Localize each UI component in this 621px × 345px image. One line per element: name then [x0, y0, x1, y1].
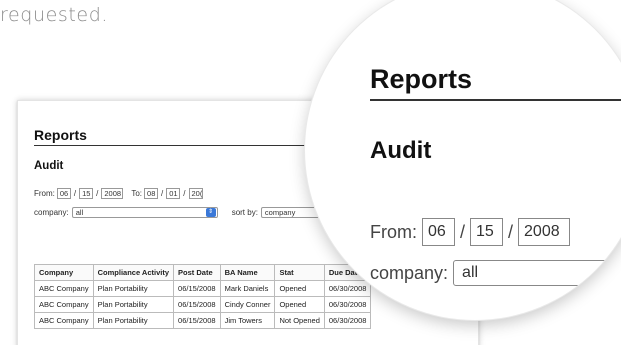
table-cell: Cindy Conner [219, 296, 276, 313]
table-cell: 06/15/2008 [173, 312, 221, 329]
table-cell: ABC Company [34, 296, 94, 313]
from-month-input[interactable]: 06 [56, 188, 71, 199]
magnified-audit-subtitle: Audit [370, 137, 432, 164]
table-cell: Plan Portability [92, 280, 175, 297]
from-day-input[interactable]: 15 [79, 188, 94, 199]
table-cell: 06/30/2008 [323, 296, 372, 313]
magnified-company-label: company: [370, 262, 449, 283]
company-select[interactable]: all ⇕ [71, 207, 218, 218]
column-header[interactable]: Stat [274, 264, 325, 281]
table-cell: ABC Company [34, 312, 94, 329]
to-day-input[interactable]: 01 [166, 188, 181, 199]
date-separator: / [73, 189, 77, 198]
select-arrows-icon: ⇕ [205, 208, 216, 217]
date-separator: / [460, 221, 466, 242]
column-header[interactable]: BA Name [219, 264, 276, 281]
intro-text: requested. [0, 4, 109, 26]
date-separator: / [96, 189, 99, 198]
audit-table: Company Compliance Activity Post Date BA… [34, 264, 372, 329]
table-cell: 06/30/2008 [323, 280, 372, 297]
table-cell: Mark Daniels [219, 280, 276, 297]
table-cell: 06/15/2008 [173, 296, 221, 313]
table-cell: 06/30/2008 [323, 312, 372, 329]
sort-label: sort by: [231, 208, 258, 217]
to-label: To: [131, 189, 143, 198]
magnified-reports-title: Reports [370, 64, 621, 101]
date-separator: / [161, 189, 164, 198]
to-month-input[interactable]: 08 [144, 188, 159, 199]
column-header[interactable]: Post Date [173, 264, 221, 281]
table-cell: Opened [274, 296, 325, 313]
table-cell: ABC Company [34, 280, 94, 297]
magnified-date-row: From: 06 / 15 / 2008 [370, 218, 575, 246]
table-header-row: Company Compliance Activity Post Date BA… [34, 264, 372, 281]
magnified-from-month-input: 06 [422, 218, 455, 246]
from-year-input[interactable]: 2008 [101, 188, 124, 199]
sort-select-value: company [264, 208, 296, 217]
table-cell: Jim Towers [219, 312, 276, 329]
company-select-value: all [75, 208, 84, 217]
magnified-from-year-input: 2008 [518, 218, 571, 246]
from-label: From: [34, 189, 55, 198]
magnified-from-day-input: 15 [470, 218, 504, 246]
date-separator: / [508, 221, 514, 242]
table-cell: Plan Portability [92, 296, 175, 313]
to-year-input[interactable]: 20( [188, 188, 203, 199]
column-header[interactable]: Company [34, 264, 94, 281]
table-row[interactable]: ABC Company Plan Portability 06/15/2008 … [34, 280, 372, 297]
magnified-from-label: From: [370, 221, 417, 242]
table-cell: 06/15/2008 [173, 280, 221, 297]
magnified-company-select: all [453, 260, 621, 286]
table-cell: Plan Portability [92, 312, 175, 329]
table-row[interactable]: ABC Company Plan Portability 06/15/2008 … [34, 296, 372, 313]
magnified-filter-row: company: all [370, 260, 621, 286]
table-cell: Not Opened [274, 312, 325, 329]
table-cell: Opened [274, 280, 325, 297]
table-row[interactable]: ABC Company Plan Portability 06/15/2008 … [34, 312, 372, 329]
date-separator: / [183, 189, 186, 198]
company-label: company: [34, 208, 69, 217]
column-header[interactable]: Compliance Activity [92, 264, 175, 281]
